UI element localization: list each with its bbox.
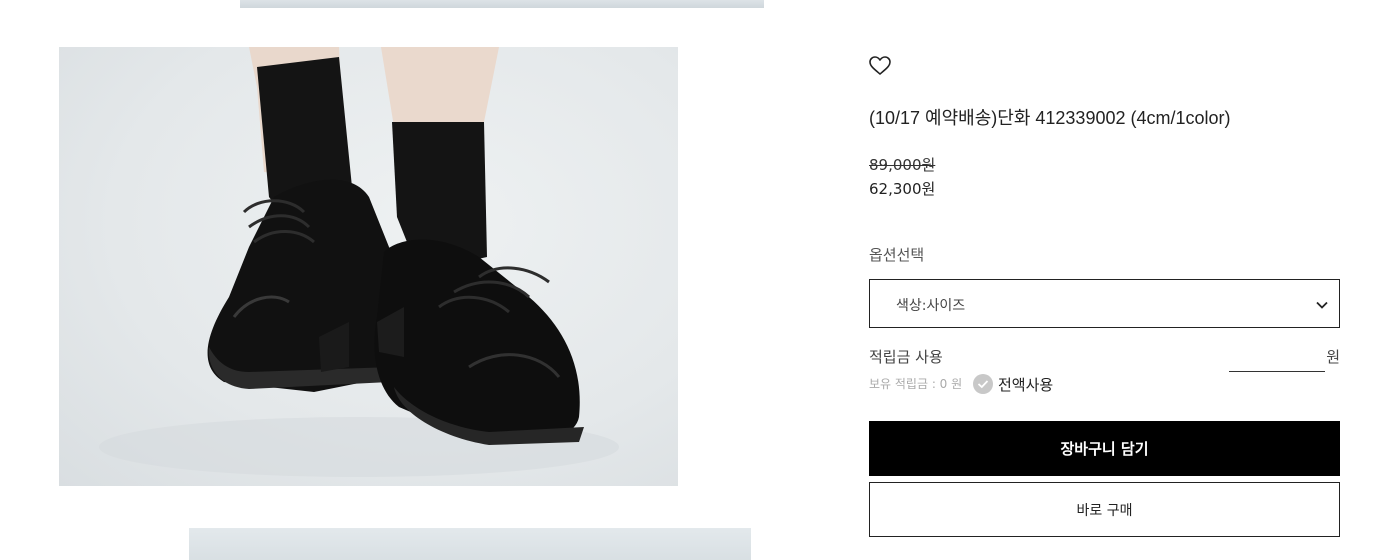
points-amount-input[interactable] [1229,344,1325,372]
product-image-main [59,47,678,486]
add-to-cart-button[interactable]: 장바구니 담기 [869,421,1340,476]
points-use-label: 적립금 사용 [869,348,943,366]
original-price: 89,000원 [869,156,936,174]
chevron-down-icon [1315,297,1329,311]
points-unit: 원 [1326,348,1340,366]
heart-outline-icon[interactable] [869,56,891,76]
use-all-points-label[interactable]: 전액사용 [998,374,1053,395]
shoes-photo [99,47,619,477]
buy-now-button[interactable]: 바로 구매 [869,482,1340,537]
product-title: (10/17 예약배송)단화 412339002 (4cm/1color) [869,108,1231,128]
option-select[interactable]: 색상:사이즈 [869,279,1340,328]
check-circle-icon[interactable] [973,374,993,394]
points-held-text: 보유 적립금 : 0 원 [869,377,963,391]
product-image-next [189,528,751,560]
product-detail-panel: (10/17 예약배송)단화 412339002 (4cm/1color) 89… [869,0,1340,560]
sale-price: 62,300원 [869,180,936,198]
option-select-value: 색상:사이즈 [896,298,966,314]
product-page: (10/17 예약배송)단화 412339002 (4cm/1color) 89… [0,0,1375,560]
product-image-previous [240,0,764,8]
option-select-label: 옵션선택 [869,246,925,264]
